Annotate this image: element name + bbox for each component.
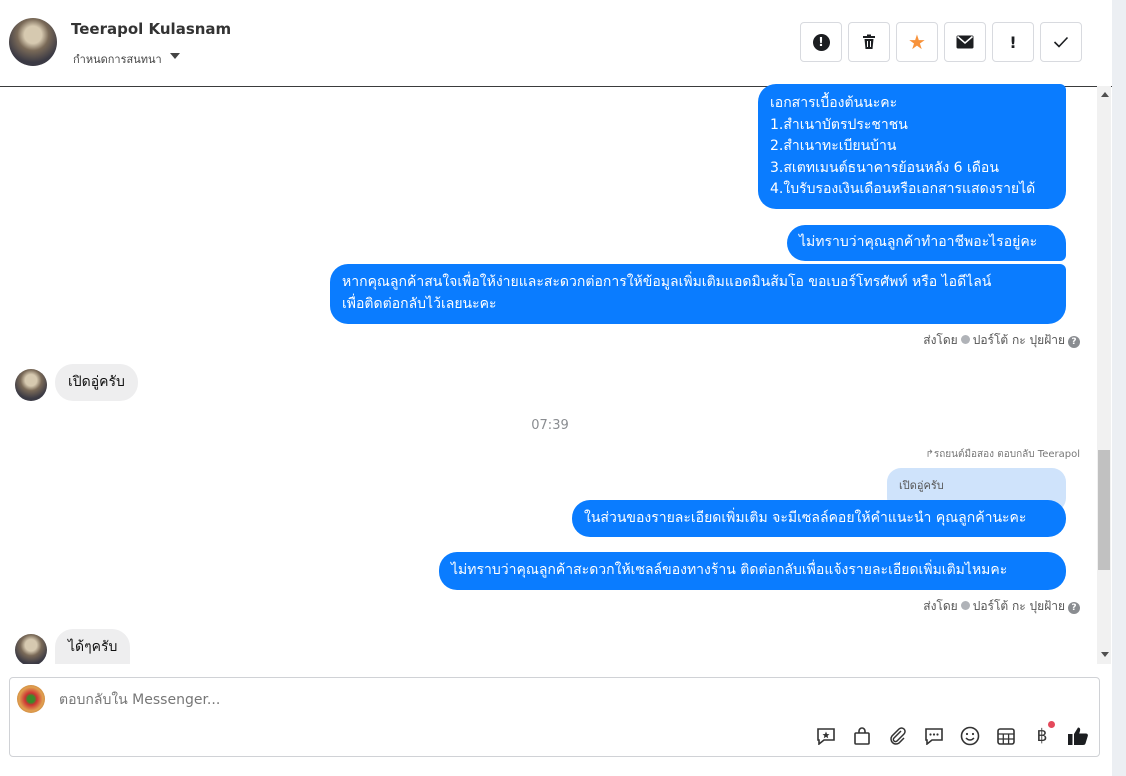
conversation-header: Teerapol Kulasnam กำหนดการสนทนา ! ★ ! xyxy=(0,0,1112,87)
shop-bag-icon[interactable] xyxy=(850,724,874,748)
emoji-icon[interactable] xyxy=(958,724,982,748)
outgoing-message[interactable]: เอกสารเบื้องต้นนะคะ 1.สำเนาบัตรประชาชน 2… xyxy=(758,84,1066,209)
mark-unread-button[interactable] xyxy=(944,22,986,62)
message-line: 3.สเตทเมนต์ธนาคารย้อนหลัง 6 เดือน xyxy=(770,159,999,176)
outgoing-message[interactable]: ไม่ทราบว่าคุณลูกค้าสะดวกให้เซลล์ของทางร้… xyxy=(439,552,1066,590)
reply-context-label: ↱รถยนต์มือสอง ตอบกลับ Teerapol xyxy=(925,449,1080,460)
contact-avatar-small[interactable] xyxy=(15,634,47,666)
message-timestamp: 07:39 xyxy=(531,418,569,433)
help-icon[interactable]: ? xyxy=(1068,336,1080,348)
sent-by-label: ส่งโดย ปอร์โต้ กะ ปุยฝ้าย? xyxy=(923,597,1080,616)
page-avatar xyxy=(17,685,45,713)
message-line: เพื่อติดต่อกลับไว้เลยนะคะ xyxy=(342,295,497,312)
saved-reply-icon[interactable] xyxy=(814,724,838,748)
assign-conversation-label[interactable]: กำหนดการสนทนา xyxy=(73,50,162,68)
attachment-icon[interactable] xyxy=(886,724,910,748)
outgoing-message[interactable]: หากคุณลูกค้าสนใจเพื่อให้ง่ายและสะดวกต่อก… xyxy=(330,264,1066,324)
message-line: 1.สำเนาบัตรประชาชน xyxy=(770,116,908,133)
verified-icon xyxy=(960,335,970,344)
contact-avatar-small[interactable] xyxy=(15,369,47,401)
sender-name: ปอร์โต้ กะ ปุยฝ้าย xyxy=(972,333,1065,347)
sent-by-text: ส่งโดย xyxy=(923,333,958,347)
scroll-up-arrow-icon[interactable] xyxy=(1101,92,1109,97)
notification-dot xyxy=(1048,721,1055,728)
message-text: ไม่ทราบว่าคุณลูกค้าทำอาชีพอะไรอยู่คะ xyxy=(799,234,1038,250)
message-line: 4.ใบรับรองเงินเดือนหรือเอกสารแสดงรายได้ xyxy=(770,181,1036,197)
help-icon[interactable]: ? xyxy=(1068,602,1080,614)
trash-icon xyxy=(863,34,875,49)
star-icon: ★ xyxy=(908,30,926,54)
outgoing-message[interactable]: ในส่วนของรายละเอียดเพิ่มเติม จะมีเซลล์คอ… xyxy=(572,500,1066,537)
scrollbar-thumb[interactable] xyxy=(1098,450,1110,570)
check-icon xyxy=(1053,36,1069,48)
star-button[interactable]: ★ xyxy=(896,22,938,62)
scroll-down-arrow-icon[interactable] xyxy=(1101,652,1109,657)
reply-input[interactable] xyxy=(57,689,861,711)
messages-scrollbar[interactable] xyxy=(1097,86,1111,664)
calendar-icon[interactable] xyxy=(994,724,1018,748)
delete-button[interactable] xyxy=(848,22,890,62)
exclamation-icon: ! xyxy=(1009,32,1017,52)
incoming-message[interactable]: ได้ๆครับ xyxy=(55,629,131,664)
message-line: หากคุณลูกค้าสนใจเพื่อให้ง่ายและสะดวกต่อก… xyxy=(342,274,992,290)
chevron-down-icon[interactable] xyxy=(170,53,180,59)
incoming-message[interactable]: เปิดอู่ครับ xyxy=(55,364,138,401)
sender-name: ปอร์โต้ กะ ปุยฝ้าย xyxy=(972,599,1065,613)
like-icon[interactable] xyxy=(1066,724,1090,748)
alert-icon: ! xyxy=(812,33,830,51)
outgoing-message[interactable]: ไม่ทราบว่าคุณลูกค้าทำอาชีพอะไรอยู่คะ xyxy=(787,225,1066,261)
right-edge xyxy=(1112,0,1126,776)
follow-up-button[interactable]: ! xyxy=(992,22,1034,62)
message-list-fade-edge xyxy=(0,664,1097,676)
contact-avatar[interactable] xyxy=(9,18,57,66)
message-text: ในส่วนของรายละเอียดเพิ่มเติม จะมีเซลล์คอ… xyxy=(584,510,1027,526)
verified-icon xyxy=(960,601,970,610)
message-line: 2.สำเนาทะเบียนบ้าน xyxy=(770,138,897,154)
contact-name[interactable]: Teerapol Kulasnam xyxy=(71,20,231,38)
chat-icon[interactable] xyxy=(922,724,946,748)
message-text: เปิดอู่ครับ xyxy=(68,374,125,390)
quoted-text: เปิดอู่ครับ xyxy=(899,479,944,492)
message-text: ไม่ทราบว่าคุณลูกค้าสะดวกให้เซลล์ของทางร้… xyxy=(451,562,1008,578)
report-button[interactable]: ! xyxy=(800,22,842,62)
message-line: เอกสารเบื้องต้นนะคะ xyxy=(770,95,898,111)
mail-icon xyxy=(956,35,974,49)
mark-done-button[interactable] xyxy=(1040,22,1082,62)
message-text: ได้ๆครับ xyxy=(68,639,118,655)
sent-by-label: ส่งโดย ปอร์โต้ กะ ปุยฝ้าย? xyxy=(923,331,1080,350)
sent-by-text: ส่งโดย xyxy=(923,599,958,613)
